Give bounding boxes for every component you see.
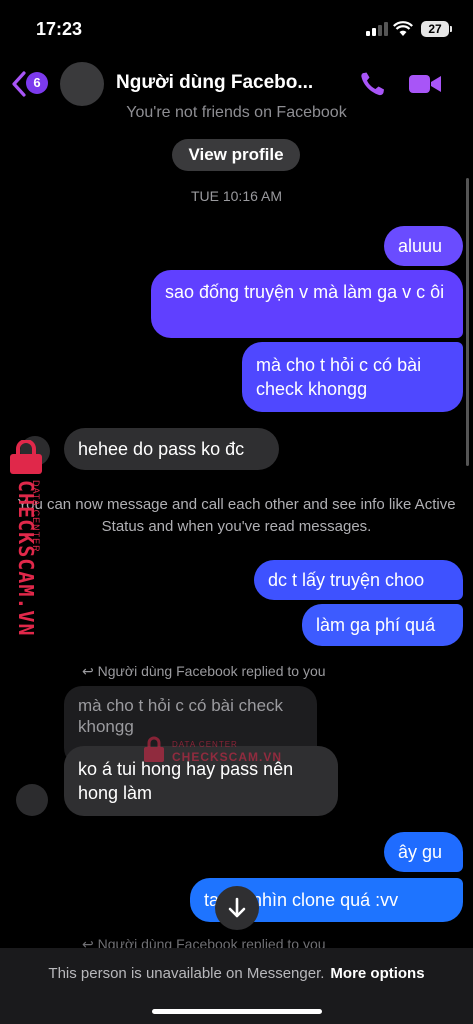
reply-indicator: ↩ Người dùng Facebook replied to you (82, 663, 326, 680)
message-bubble-outgoing[interactable]: dc t lấy truyện choo (254, 560, 463, 600)
watermark-subtitle: DATA CENTER (172, 740, 238, 749)
phone-call-icon[interactable] (358, 70, 388, 98)
view-profile-button[interactable]: View profile (172, 139, 300, 171)
message-bubble-outgoing[interactable]: sao đống truyện v mà làm ga v c ôi (151, 270, 463, 338)
unread-count-badge[interactable]: 6 (26, 72, 48, 94)
message-bubble-incoming[interactable]: hehee do pass ko đc (64, 428, 279, 470)
message-bubble-outgoing[interactable]: mà cho t hỏi c có bài check khongg (242, 342, 463, 412)
lock-watermark-icon (10, 440, 42, 474)
more-options-link[interactable]: More options (330, 965, 424, 982)
home-indicator[interactable] (152, 1009, 322, 1014)
unavailable-notice: This person is unavailable on Messenger. (48, 965, 325, 982)
video-call-icon[interactable] (408, 72, 442, 96)
arrow-down-icon (228, 897, 246, 918)
message-timestamp: TUE 10:16 AM (190, 188, 283, 204)
watermark-brand: CHECKSCAM.VN (172, 750, 283, 764)
footer-text: This person is unavailable on Messenger.… (0, 965, 473, 982)
status-time: 17:23 (36, 19, 83, 39)
system-message: You can now message and call each other … (17, 496, 456, 535)
watermark-subtitle: DATA CENTER (31, 480, 41, 553)
conversation-title[interactable]: Người dùng Facebo... (116, 72, 313, 94)
reply-indicator-text: Người dùng Facebook replied to you (97, 663, 326, 679)
not-friends-notice: You're not friends on Facebook (126, 104, 347, 121)
battery-icon: 27 (421, 21, 452, 37)
cellular-signal-icon (366, 22, 388, 36)
lock-watermark-icon (144, 736, 164, 762)
message-bubble-outgoing[interactable]: ây gu (384, 832, 463, 872)
contact-avatar[interactable] (60, 62, 104, 106)
message-bubble-outgoing[interactable]: aluuu (384, 226, 463, 266)
wifi-icon (393, 21, 413, 36)
scrollbar[interactable] (466, 178, 469, 466)
message-bubble-outgoing[interactable]: làm ga phí quá (302, 604, 463, 646)
sender-avatar[interactable] (16, 784, 48, 816)
scroll-to-bottom-button[interactable] (215, 886, 259, 930)
reply-arrow-icon: ↩ (82, 663, 94, 679)
